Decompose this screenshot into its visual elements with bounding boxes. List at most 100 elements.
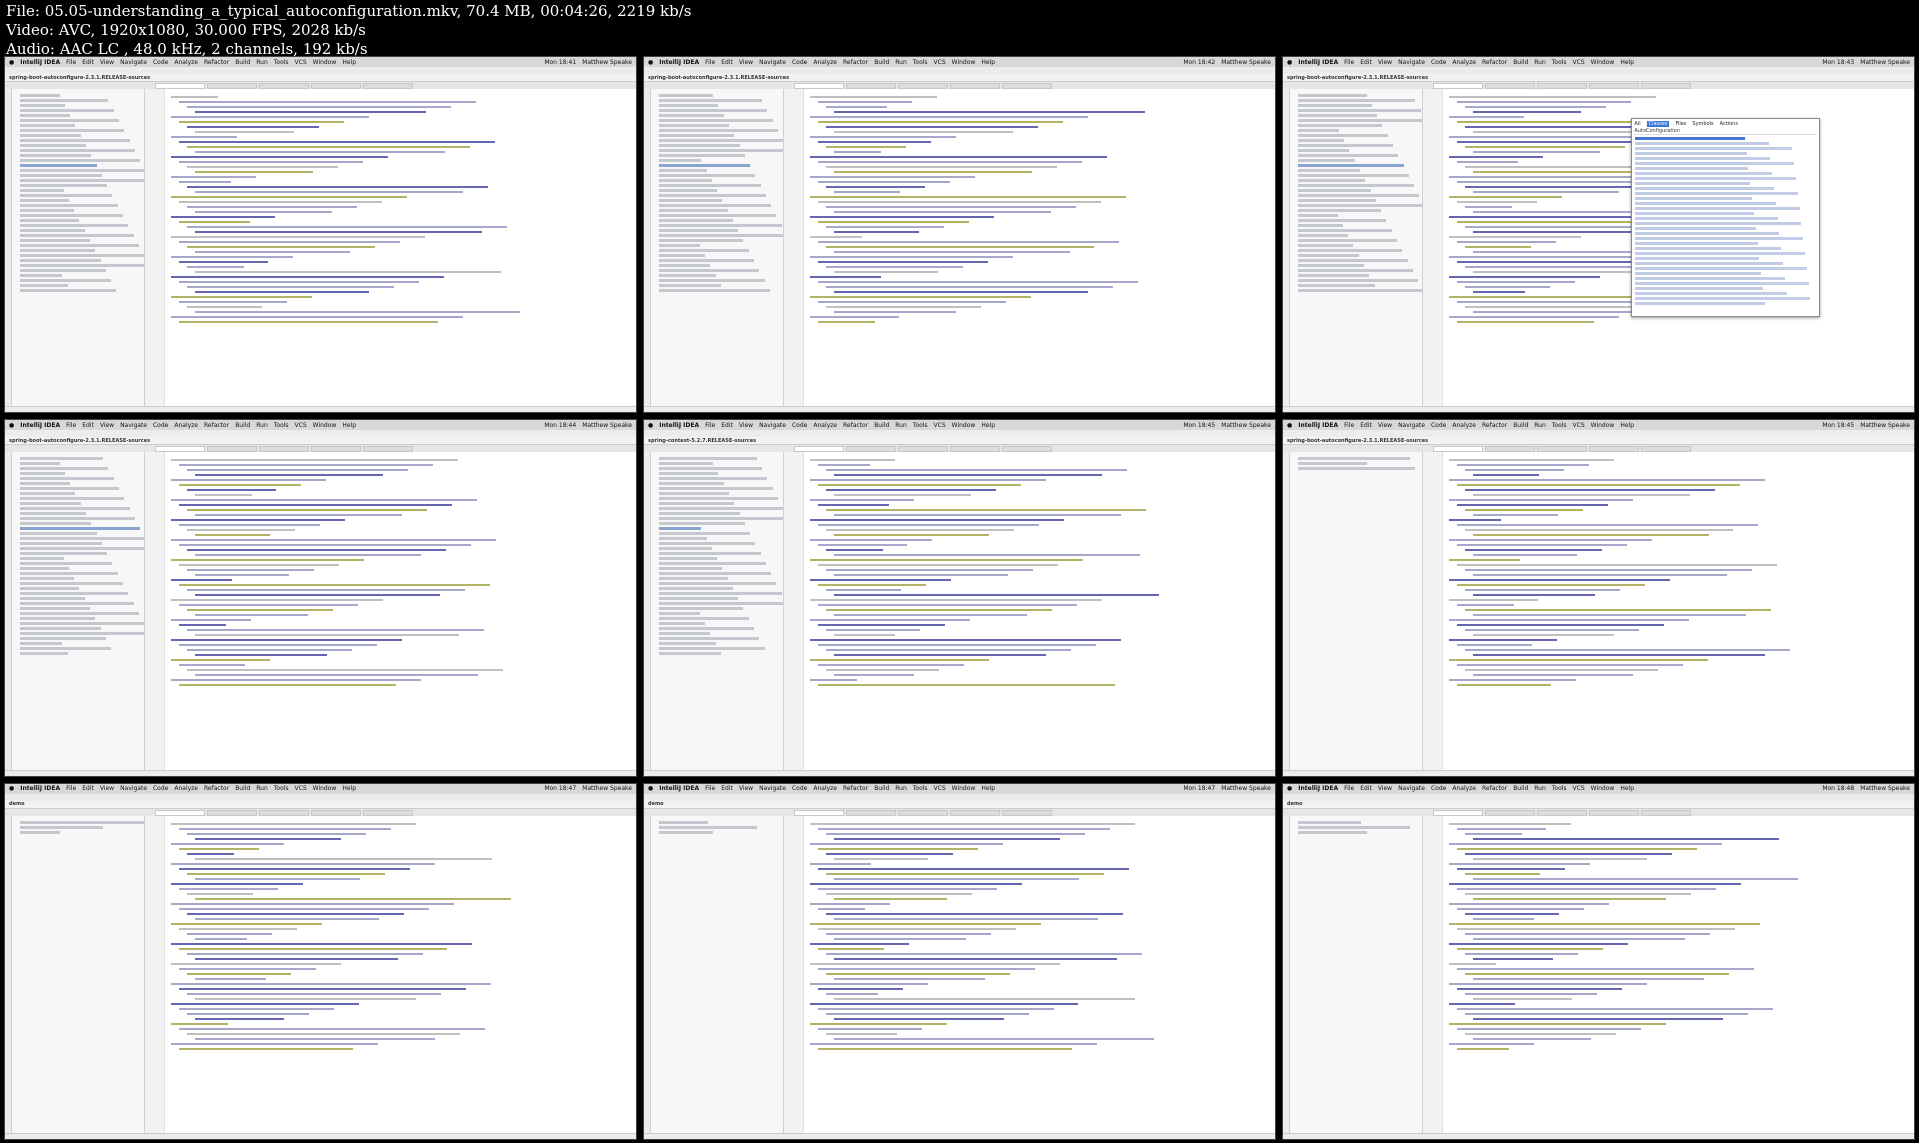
menu-item[interactable]: Build: [874, 422, 889, 429]
app-name[interactable]: IntelliJ IDEA: [1298, 59, 1338, 66]
code-line[interactable]: [1457, 887, 1717, 890]
project-tree-row[interactable]: [20, 234, 134, 237]
code-editor[interactable]: [1443, 815, 1914, 1133]
code-line[interactable]: [1465, 509, 1583, 512]
search-result-row[interactable]: [1635, 166, 1749, 170]
menu-item[interactable]: File: [66, 59, 76, 66]
project-tree-row[interactable]: [20, 214, 123, 217]
code-line[interactable]: [171, 236, 426, 238]
project-tree-row[interactable]: [20, 627, 101, 631]
code-line[interactable]: [179, 664, 245, 667]
tool-window-strip[interactable]: [1283, 815, 1290, 1133]
code-line[interactable]: [1449, 236, 1581, 238]
project-tree-row[interactable]: [659, 239, 744, 242]
code-line[interactable]: [810, 579, 952, 582]
menu-item[interactable]: File: [705, 785, 715, 792]
project-tree-row[interactable]: [659, 622, 706, 626]
code-line[interactable]: [1457, 464, 1589, 467]
code-line[interactable]: [826, 226, 944, 228]
menu-item[interactable]: Code: [153, 422, 168, 429]
code-line[interactable]: [1473, 191, 1619, 193]
project-tree-row[interactable]: [1298, 249, 1403, 252]
project-tree-row[interactable]: [1298, 269, 1413, 272]
code-line[interactable]: [187, 529, 296, 532]
code-line[interactable]: [179, 281, 420, 283]
code-line[interactable]: [1465, 529, 1734, 532]
project-tree-row[interactable]: [659, 194, 766, 197]
code-line[interactable]: [834, 594, 1159, 597]
code-line[interactable]: [195, 917, 379, 920]
menu-item[interactable]: Build: [1513, 422, 1528, 429]
menu-item[interactable]: View: [739, 59, 753, 66]
code-line[interactable]: [1457, 564, 1778, 567]
project-tree-row[interactable]: [659, 134, 735, 137]
project-tool-window[interactable]: [12, 452, 145, 770]
tool-window-strip[interactable]: [644, 815, 651, 1133]
code-line[interactable]: [834, 311, 957, 313]
code-line[interactable]: [826, 529, 1015, 532]
project-tree-row[interactable]: [1298, 199, 1376, 202]
search-result-row[interactable]: [1635, 211, 1754, 215]
code-line[interactable]: [810, 599, 1103, 602]
code-line[interactable]: [810, 539, 933, 542]
code-editor[interactable]: [165, 452, 636, 770]
code-line[interactable]: [810, 479, 1046, 482]
code-line[interactable]: [195, 311, 520, 313]
project-tree-row[interactable]: [1298, 169, 1361, 172]
project-tree-row[interactable]: [20, 124, 76, 127]
project-tool-window[interactable]: [651, 89, 784, 407]
project-tree-row[interactable]: [659, 522, 745, 526]
tool-window-strip[interactable]: [5, 452, 12, 770]
code-line[interactable]: [1449, 902, 1610, 905]
code-line[interactable]: [179, 221, 250, 223]
code-line[interactable]: [187, 146, 470, 148]
code-line[interactable]: [179, 321, 439, 323]
menu-item[interactable]: Run: [256, 59, 268, 66]
code-line[interactable]: [171, 176, 256, 178]
project-tree-row[interactable]: [659, 582, 777, 586]
code-line[interactable]: [179, 121, 344, 123]
code-line[interactable]: [195, 271, 502, 273]
menu-item[interactable]: File: [1344, 59, 1354, 66]
project-tree-row[interactable]: [659, 119, 773, 122]
code-line[interactable]: [1449, 639, 1558, 642]
code-line[interactable]: [195, 1017, 285, 1020]
code-line[interactable]: [187, 489, 277, 492]
code-line[interactable]: [1457, 1027, 1641, 1030]
project-tree-row[interactable]: [659, 144, 740, 147]
code-line[interactable]: [834, 494, 971, 497]
code-line[interactable]: [826, 589, 902, 592]
code-line[interactable]: [171, 499, 478, 502]
code-line[interactable]: [1473, 957, 1554, 960]
project-tree-row[interactable]: [659, 214, 777, 217]
code-line[interactable]: [818, 524, 1040, 527]
menu-item[interactable]: Edit: [721, 422, 733, 429]
menu-item[interactable]: Navigate: [120, 785, 147, 792]
project-tree-row[interactable]: [659, 249, 749, 252]
code-line[interactable]: [834, 857, 929, 860]
project-tree-row[interactable]: [20, 652, 68, 656]
code-line[interactable]: [810, 519, 1065, 522]
code-line[interactable]: [1457, 684, 1552, 687]
code-line[interactable]: [195, 997, 417, 1000]
code-line[interactable]: [179, 301, 288, 303]
menu-item[interactable]: Tools: [913, 59, 928, 66]
project-tree-row[interactable]: [659, 114, 724, 117]
search-result-row[interactable]: [1635, 136, 1745, 140]
search-result-row[interactable]: [1635, 196, 1753, 200]
project-tree-row[interactable]: [20, 457, 104, 461]
project-tree-row[interactable]: [659, 467, 762, 471]
code-line[interactable]: [1449, 116, 1525, 118]
menu-item[interactable]: Run: [1534, 59, 1546, 66]
project-tree-row[interactable]: [1298, 467, 1416, 471]
tool-window-strip[interactable]: [1283, 89, 1290, 407]
code-line[interactable]: [810, 639, 1121, 642]
apple-icon[interactable]: ●: [1287, 59, 1292, 66]
search-result-row[interactable]: [1635, 301, 1765, 305]
code-line[interactable]: [1473, 494, 1690, 497]
code-line[interactable]: [171, 639, 402, 642]
project-tree-row[interactable]: [1298, 164, 1404, 167]
project-tree-row[interactable]: [1298, 259, 1408, 262]
project-tree-row[interactable]: [659, 284, 722, 287]
code-line[interactable]: [810, 196, 1126, 198]
